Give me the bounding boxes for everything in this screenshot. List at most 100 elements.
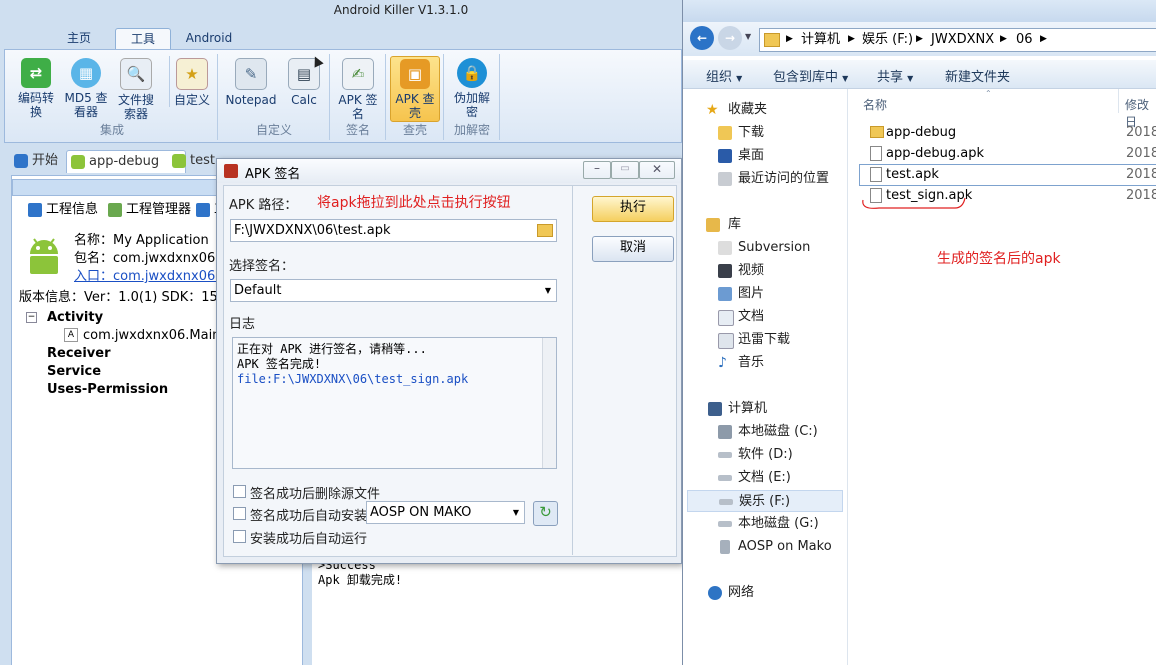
crumb-drive-f[interactable]: 娱乐 (F:): [862, 29, 913, 50]
fake-decrypt-button[interactable]: 🔒 伪加解密: [449, 56, 495, 119]
nav-documents[interactable]: 文档: [683, 306, 847, 328]
search-icon: [196, 203, 210, 217]
delete-source-checkbox[interactable]: [233, 485, 246, 498]
log-scrollbar[interactable]: [542, 338, 556, 468]
nav-drive-c[interactable]: 本地磁盘 (C:): [683, 421, 847, 443]
nav-music[interactable]: ♪ 音乐: [683, 352, 847, 374]
home-icon: [14, 154, 28, 168]
crumb-jwxdxnx[interactable]: JWXDXNX: [931, 29, 994, 50]
apk-path-input[interactable]: F:\JWXDXNX\06\test.apk: [230, 219, 557, 242]
calc-label: Calc: [291, 93, 317, 107]
ribbon-tab-tools[interactable]: 工具: [115, 28, 171, 49]
refresh-icon[interactable]: ↻: [533, 501, 558, 526]
app-icon: [224, 164, 238, 178]
desktop-icon: [718, 149, 732, 163]
nav-favorites[interactable]: ★ 收藏夹: [683, 99, 847, 121]
signed-file-link[interactable]: file:F:\JWXDXNX\06\test_sign.apk: [237, 372, 552, 387]
sort-arrow-icon: ⌃: [985, 89, 992, 98]
nav-drive-d[interactable]: 软件 (D:): [683, 444, 847, 466]
close-button[interactable]: ✕: [639, 161, 675, 179]
md5-viewer-button[interactable]: ▦ MD5 查看器: [61, 56, 111, 119]
collapse-toggle[interactable]: −: [26, 312, 37, 323]
file-icon: [870, 167, 882, 182]
nav-downloads[interactable]: 下载: [683, 122, 847, 144]
file-row-app-debug-apk[interactable]: app-debug.apk: [870, 144, 984, 164]
auto-install-checkbox[interactable]: [233, 507, 246, 520]
nav-computer[interactable]: 计算机: [683, 398, 847, 420]
sign-select-value: Default: [234, 283, 282, 298]
organize-menu[interactable]: 组织 ▼: [706, 66, 742, 85]
new-folder-button[interactable]: 新建文件夹: [945, 66, 1010, 85]
tab-project-manager[interactable]: 工程管理器: [106, 200, 191, 220]
auto-install-label: 签名成功后自动安装: [250, 509, 368, 524]
nav-libraries[interactable]: 库: [683, 214, 847, 236]
nav-network[interactable]: 网络: [683, 582, 847, 604]
app-package: 包名：com.jwxdxnx06: [74, 251, 216, 266]
ribbon-tab-android[interactable]: Android: [178, 28, 240, 48]
tree-uses-permission[interactable]: Uses-Permission: [47, 382, 168, 397]
minimize-button[interactable]: –: [583, 161, 611, 179]
tree-receiver[interactable]: Receiver: [47, 346, 111, 361]
drive-icon: [719, 499, 733, 505]
breadcrumb[interactable]: ▶ 计算机 ▶ 娱乐 (F:) ▶ JWXDXNX ▶ 06 ▶: [759, 28, 1156, 52]
auto-run-checkbox[interactable]: [233, 530, 246, 543]
cancel-button[interactable]: 取消: [592, 236, 674, 262]
include-library-menu[interactable]: 包含到库中 ▼: [773, 66, 848, 85]
tree-activity[interactable]: Activity: [47, 310, 103, 325]
folder-open-icon[interactable]: [537, 224, 553, 237]
apk-shell-button[interactable]: ▣ APK 查壳: [390, 56, 440, 122]
navigation-pane: ★ 收藏夹 下载 桌面 最近访问的位置 库 Subversion 视频 图片 文档…: [683, 89, 848, 665]
md5-icon: ▦: [71, 58, 101, 88]
tree-activity-item[interactable]: com.jwxdxnx06.MainAc: [83, 328, 236, 343]
computer-icon: [708, 402, 722, 416]
custom-button[interactable]: ★ 自定义: [169, 56, 214, 107]
back-icon[interactable]: ←: [690, 26, 714, 50]
nav-drive-g[interactable]: 本地磁盘 (G:): [683, 513, 847, 535]
apk-sign-label: APK 签名: [338, 93, 378, 121]
library-icon: [706, 218, 720, 232]
app-entry-link[interactable]: 入口：com.jwxdxnx06.Ma: [74, 265, 239, 284]
nav-aosp-device[interactable]: AOSP on Mako: [683, 536, 847, 558]
forward-icon[interactable]: →: [718, 26, 742, 50]
app-name: 名称：My Application: [74, 233, 209, 248]
file-row-test-apk[interactable]: test.apk: [870, 165, 939, 185]
file-icon: [870, 146, 882, 161]
md5-label: MD5 查看器: [64, 91, 108, 119]
file-search-button[interactable]: 🔍 文件搜索器: [113, 56, 159, 121]
device-select[interactable]: AOSP ON MAKO ▼: [366, 501, 525, 524]
apk-path-label: APK 路径：: [229, 198, 298, 213]
ribbon-tab-home[interactable]: 主页: [52, 28, 106, 48]
crumb-computer[interactable]: 计算机: [801, 29, 840, 50]
network-icon: [708, 586, 722, 600]
share-menu[interactable]: 共享 ▼: [877, 66, 913, 85]
android-icon: [71, 155, 85, 169]
column-divider[interactable]: [1118, 89, 1119, 113]
apk-sign-button[interactable]: ✍ APK 签名: [335, 56, 381, 121]
tab-project-info[interactable]: 工程信息: [26, 200, 98, 220]
column-name-header[interactable]: 名称: [863, 96, 887, 113]
nav-drive-e[interactable]: 文档 (E:): [683, 467, 847, 489]
nav-recent[interactable]: 最近访问的位置: [683, 168, 847, 190]
info-icon: [28, 203, 42, 217]
nav-xunlei[interactable]: 迅雷下载: [683, 329, 847, 351]
encoder-button[interactable]: ⇄ 编码转换: [13, 56, 59, 119]
star-icon: ★: [706, 102, 719, 118]
tree-service[interactable]: Service: [47, 364, 101, 379]
briefcase-icon: ▣: [400, 59, 430, 89]
sign-select[interactable]: Default ▼: [230, 279, 557, 302]
log-line: Apk 卸载完成!: [318, 573, 403, 587]
nav-desktop[interactable]: 桌面: [683, 145, 847, 167]
nav-subversion[interactable]: Subversion: [683, 237, 847, 259]
execute-button[interactable]: 执行: [592, 196, 674, 222]
nav-drive-f[interactable]: 娱乐 (F:): [687, 490, 843, 512]
drive-icon: [718, 475, 732, 481]
file-row-folder[interactable]: app-debug: [870, 123, 956, 143]
nav-pictures[interactable]: 图片: [683, 283, 847, 305]
crumb-06[interactable]: 06: [1016, 29, 1033, 50]
sign-select-label: 选择签名：: [229, 259, 295, 274]
maximize-button[interactable]: ▭: [611, 161, 639, 179]
notepad-button[interactable]: ✎ Notepad: [225, 56, 277, 107]
history-dropdown-icon[interactable]: ▼: [745, 32, 751, 41]
group-sign: ✍ APK 签名 签名: [331, 54, 386, 140]
nav-videos[interactable]: 视频: [683, 260, 847, 282]
